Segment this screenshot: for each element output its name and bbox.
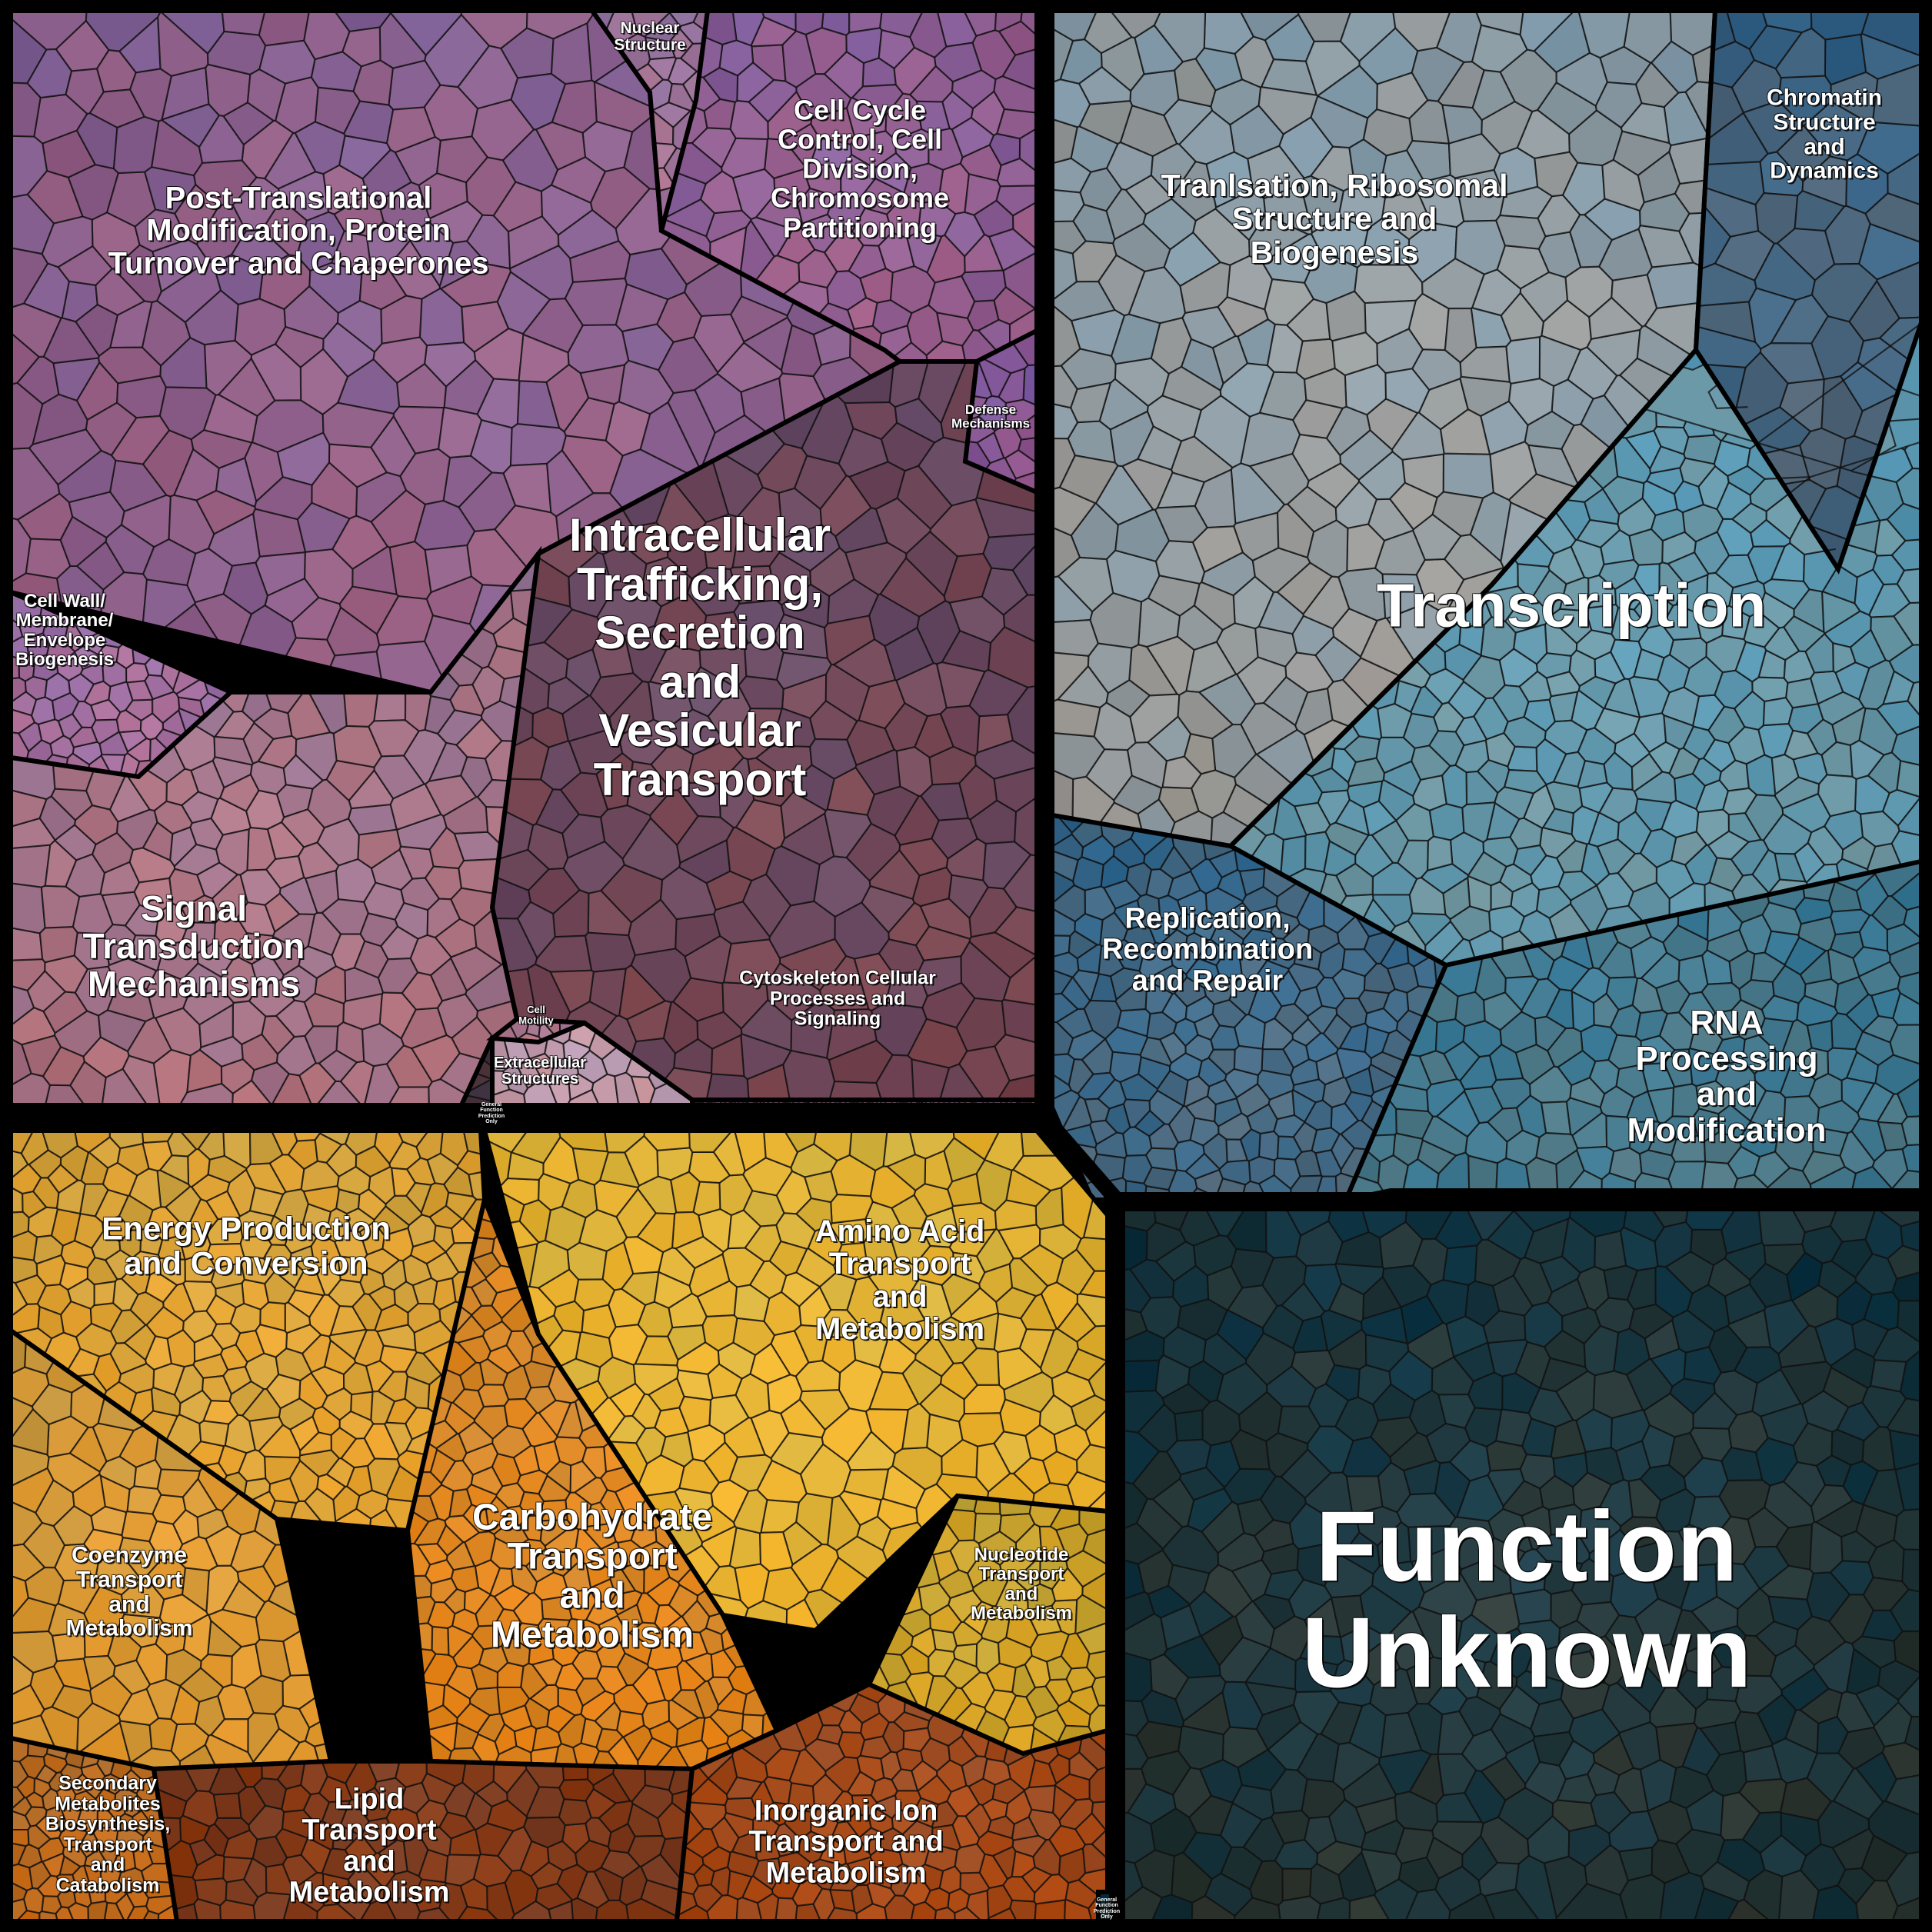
voronoi-canvas xyxy=(0,0,1932,1932)
voronoi-cell xyxy=(1605,1114,1632,1152)
voronoi-cell xyxy=(1783,1095,1820,1134)
voronoi-cell xyxy=(18,655,36,682)
voronoi-cell xyxy=(1888,1429,1923,1471)
voronoi-cell xyxy=(148,1717,178,1752)
voronoi-cell xyxy=(1485,1440,1528,1472)
voronoi-cell xyxy=(1257,1130,1280,1161)
voronoi-cell xyxy=(93,1280,117,1307)
voronoi-cell xyxy=(1442,1244,1478,1287)
voronoi-cell xyxy=(722,938,781,986)
voronoi-cell xyxy=(1442,452,1495,499)
voronoi-cell xyxy=(1281,1867,1313,1902)
voronoi-cell xyxy=(102,661,128,688)
voronoi-cell xyxy=(938,1865,961,1894)
voronoi-cell xyxy=(198,1420,230,1447)
voronoi-cell xyxy=(1806,1019,1834,1053)
voronoi-cell xyxy=(30,696,56,725)
treemap-region[interactable] xyxy=(1121,1207,1924,1924)
voronoi-cell xyxy=(1051,619,1099,657)
voronoi-cell xyxy=(782,1049,836,1101)
voronoi-cell xyxy=(558,1778,595,1802)
voronoi-cell xyxy=(1896,760,1923,798)
voronoi-treemap-figure: Post-Translational Modification, Protein… xyxy=(0,0,1932,1932)
voronoi-cell xyxy=(1233,1044,1264,1076)
voronoi-cell xyxy=(558,1797,592,1827)
treemap-region[interactable] xyxy=(151,1759,695,1924)
voronoi-cell xyxy=(729,565,778,605)
voronoi-cell xyxy=(9,844,52,888)
voronoi-cell xyxy=(518,1491,545,1517)
voronoi-cell xyxy=(744,636,784,681)
voronoi-cell xyxy=(584,931,636,973)
voronoi-cell xyxy=(787,1782,816,1813)
voronoi-cell xyxy=(1354,264,1424,305)
voronoi-cell xyxy=(1540,1101,1572,1135)
voronoi-cell xyxy=(9,1828,30,1847)
voronoi-cell xyxy=(477,1384,510,1407)
voronoi-cell xyxy=(121,1511,158,1543)
voronoi-cell xyxy=(1345,1475,1384,1515)
voronoi-cell xyxy=(221,9,266,36)
voronoi-cell xyxy=(141,1880,175,1899)
voronoi-cell xyxy=(1427,835,1454,872)
treemap-region[interactable] xyxy=(690,1098,1039,1108)
voronoi-cell xyxy=(51,1631,86,1662)
voronoi-cell xyxy=(373,691,407,722)
voronoi-cell xyxy=(1525,1156,1559,1192)
voronoi-cell xyxy=(87,1900,108,1923)
voronoi-cell xyxy=(1174,1409,1204,1442)
voronoi-cell xyxy=(1594,1230,1627,1272)
voronoi-cell xyxy=(1671,1083,1700,1118)
voronoi-cell xyxy=(705,1073,750,1101)
voronoi-cell xyxy=(828,1080,883,1101)
voronoi-cell xyxy=(1512,1588,1552,1625)
voronoi-cell xyxy=(1505,335,1541,385)
voronoi-cell xyxy=(1547,1503,1583,1537)
voronoi-cell xyxy=(644,1767,676,1791)
voronoi-cell xyxy=(1901,1548,1923,1594)
voronoi-cell xyxy=(431,1625,450,1656)
voronoi-cell xyxy=(1121,1359,1161,1393)
voronoi-cell xyxy=(9,882,46,934)
voronoi-cell xyxy=(41,1895,62,1915)
